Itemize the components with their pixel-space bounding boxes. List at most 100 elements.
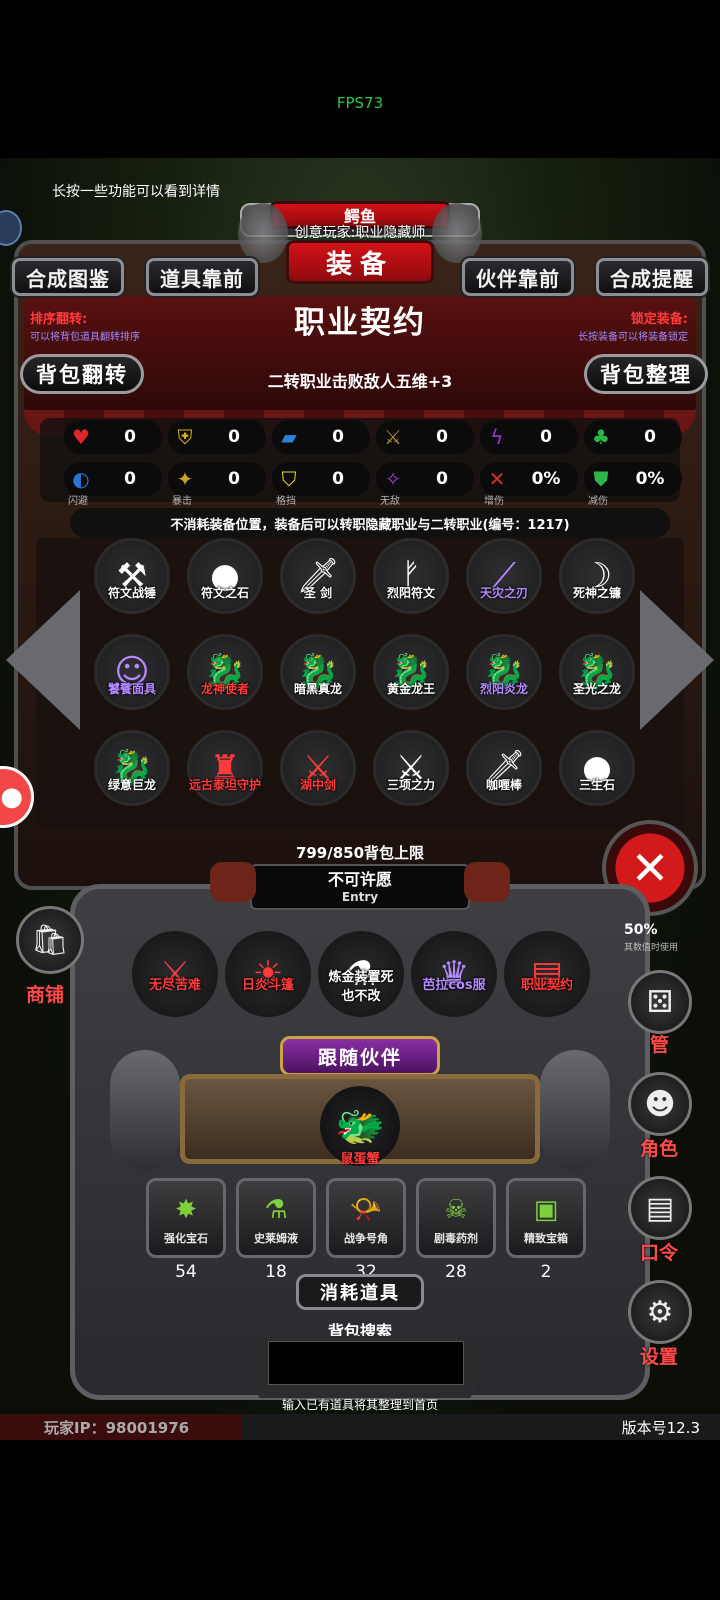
left-dragon-statue [110,1050,180,1170]
fps-counter: FPS73 [336,94,384,112]
settings-label[interactable]: 设置 [640,1342,678,1369]
inventory-item-label: 饕餮面具 [107,682,156,696]
consumable-slot[interactable]: 📯 战争号角 [326,1178,406,1258]
inventory-item-label: 烈阳炎龙 [479,682,528,696]
stat-value: 0 [228,469,240,489]
enhance-gem-icon: ✸ [175,1195,197,1225]
dice-icon[interactable]: ⚄ [628,970,692,1034]
dragon-envoy-icon[interactable]: 🐉 [187,634,263,710]
wish-item-label: 职业契约 [520,978,573,993]
stat-pill: ✧ 0 [376,462,474,496]
consumable-count: 54 [175,1262,197,1282]
titan-guardian-icon[interactable]: ♜ [187,730,263,806]
item-description: 不消耗装备位置，装备后可以转职隐藏职业与二转职业(编号：1217) [70,508,670,538]
inventory-item-label: 远古泰坦守护 [188,778,261,792]
consumable-slot[interactable]: ✸ 强化宝石 [146,1178,226,1258]
consumable-name: 史莱姆液 [254,1232,298,1245]
manage-label[interactable]: 管 [650,1030,669,1057]
stat-label: 格挡 [276,496,296,507]
block-icon: ⛉ [281,467,297,491]
stat-pill: ϟ0 [480,420,578,454]
code-book-icon[interactable]: ▤ [628,1176,692,1240]
consumable-slot[interactable]: ☠ 剧毒药剂 [416,1178,496,1258]
shop-label[interactable]: 商铺 [26,980,64,1007]
role-label[interactable]: 角色 [640,1134,678,1161]
inventory-item-label: 符文之石 [200,586,249,600]
partner-title: 跟随伙伴 [280,1036,440,1076]
stat-value: 0 [124,427,136,447]
sort-desc: 可以将背包道具翻转排序 [30,332,140,343]
code-label[interactable]: 口令 [640,1238,678,1265]
stat-label: 闪避 [68,496,88,507]
stat-value: 0 [644,427,656,447]
consumable-slot[interactable]: ▣ 精致宝箱 [506,1178,586,1258]
inventory-item-label: 三生石 [578,778,615,792]
consumable-name: 战争号角 [344,1232,388,1245]
curry-stick-icon[interactable]: 🗡 [466,730,542,806]
sun-rune-icon[interactable]: ᚠ [373,538,449,614]
settings-gear-icon[interactable]: ⚙ [628,1280,692,1344]
tab-synthesis-reminder[interactable]: 合成提醒 [596,258,708,296]
item-effect: 二转职业击败敌人五维+3 [267,372,453,391]
search-input[interactable] [268,1341,464,1385]
right-dragon-statue [540,1050,610,1170]
stat-pill: ⛊ 0% [584,462,682,496]
rune-stone-icon[interactable]: ● [187,538,263,614]
death-scythe-icon[interactable]: ☽ [559,538,635,614]
damage-up-icon: ✕ [488,467,506,491]
stat-value: 0 [436,427,448,447]
dodge-icon: ◐ [72,467,90,491]
sword-icon: ⚔ [384,425,402,449]
consumable-count: 28 [445,1262,467,1282]
stat-label: 无敌 [380,496,400,507]
stat-value: 0% [531,469,561,489]
rune-hammer-icon[interactable]: ⚒ [94,538,170,614]
search-hint: 输入已有道具将其整理到首页 [281,1398,438,1412]
holy-light-dragon-icon[interactable]: 🐉 [559,634,635,710]
stat-pill: ◐ 0 [64,462,162,496]
flip-bag-button[interactable]: 背包翻转 [20,354,144,394]
tab-partners-first[interactable]: 伙伴靠前 [462,258,574,296]
green-dragon-icon[interactable]: 🐉 [94,730,170,806]
stat-value: 0 [540,427,552,447]
stat-pill: ⛉ 0 [272,462,370,496]
left-wing-ornament [210,862,256,902]
wish-item-label: 日炎斗篷 [241,978,294,993]
partner-name: 鼠蛋蟹 [340,1152,380,1167]
dark-dragon-icon[interactable]: 🐉 [280,634,356,710]
prev-page-arrow-icon[interactable] [6,590,80,730]
lock-label: 锁定装备: [630,312,688,327]
stat-value: 0 [332,469,344,489]
clover-icon: ♣ [592,425,610,449]
version-number: 版本号12.3 [621,1419,700,1437]
role-icon[interactable]: ☻ [628,1072,692,1136]
tab-synthesis-guide[interactable]: 合成图鉴 [12,258,124,296]
holy-sword-icon[interactable]: 🗡 [280,538,356,614]
glutton-mask-icon[interactable]: ☺ [94,634,170,710]
stat-pill: ✦ 0 [168,462,266,496]
hint-text: 长按一些功能可以看到详情 [52,184,220,200]
next-page-arrow-icon[interactable] [640,590,714,730]
player-ip: 玩家IP：98001976 [44,1419,190,1437]
tab-items-first[interactable]: 道具靠前 [146,258,258,296]
shop-icon[interactable]: 🛍 [16,906,84,974]
consumable-name: 强化宝石 [164,1232,208,1245]
bag-capacity: 799/850背包上限 [295,844,425,862]
scourge-blade-icon[interactable]: ⟋ [466,538,542,614]
sun-flame-dragon-icon[interactable]: 🐉 [466,634,542,710]
heart-icon: ♥ [72,425,90,449]
triforce-icon[interactable]: ⚔ [373,730,449,806]
stat-pill: ♣ 0 [584,420,682,454]
poison-potion-icon: ☠ [444,1195,468,1225]
organize-bag-button[interactable]: 背包整理 [584,354,708,394]
wish-item-label: 芭拉cos服 [422,978,486,993]
golden-dragon-icon[interactable]: 🐉 [373,634,449,710]
right-wing-ornament [464,862,510,902]
consumable-slot[interactable]: ⚗ 史莱姆液 [236,1178,316,1258]
header-title: 装备 [286,240,434,284]
lake-sword-icon[interactable]: ⚔ [280,730,356,806]
lock-desc: 长按装备可以将装备锁定 [578,332,688,343]
three-life-stone-icon[interactable]: ● [559,730,635,806]
dice-note: 其数值时使用 [624,943,679,953]
slime-liquid-icon: ⚗ [264,1195,288,1225]
